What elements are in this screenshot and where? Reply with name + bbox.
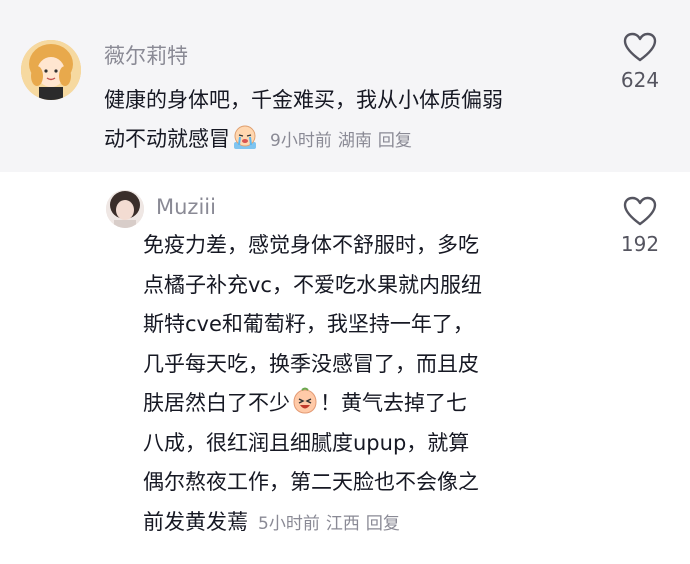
comment-reply-button[interactable]: 回复: [378, 131, 412, 151]
reply-reply-button[interactable]: 回复: [366, 514, 400, 534]
reply-text-line: 几乎每天吃，换季没感冒了，而且皮: [143, 352, 479, 376]
reply-like-count: 192: [620, 232, 660, 256]
comment-text-line-last: 动不动就感冒 9小时前 湖南 回复: [104, 121, 412, 160]
heart-icon: [623, 196, 657, 226]
reply-meta: 5小时前 江西 回复: [258, 514, 400, 534]
reply-text-line-last: 前发黄发蔫 5小时前 江西 回复: [143, 504, 400, 543]
reply-text-line: 偶尔熬夜工作，第二天脸也不会像之: [143, 470, 479, 494]
comment-meta: 9小时前 湖南 回复: [270, 131, 412, 151]
comment-text-line: 动不动就感冒: [104, 127, 230, 151]
reply-text-line: 点橘子补充vc，不爱吃水果就内服纽: [143, 273, 482, 297]
comment-text-line: 健康的身体吧，千金难买，我从小体质偏弱: [104, 88, 503, 112]
comment-location: 湖南: [337, 131, 372, 151]
avatar[interactable]: [21, 40, 81, 100]
reply-location: 江西: [325, 514, 360, 534]
laughing-face-emoji-icon: [291, 387, 319, 415]
comment-card: 薇尔莉特 健康的身体吧，千金难买，我从小体质偏弱 动不动就感冒 9小时前 湖南 回复…: [0, 0, 690, 172]
reply-text-line: 斯特cve和葡萄籽，我坚持一年了，: [143, 312, 474, 336]
reply-text-line: 前发黄发蔫: [143, 510, 248, 534]
reply-avatar[interactable]: [106, 190, 144, 228]
comment-username[interactable]: 薇尔莉特: [104, 42, 188, 70]
reply-text-segment: ！黄气去掉了七: [320, 391, 467, 415]
comment-time: 9小时前: [270, 131, 332, 151]
reply-time: 5小时前: [258, 514, 320, 534]
heart-icon: [623, 32, 657, 62]
reply-like-button[interactable]: 192: [616, 196, 664, 256]
reply-text-line-with-emoji: 肤居然白了不少 ！黄气去掉了七: [143, 385, 467, 422]
comment-like-count: 624: [620, 68, 660, 92]
reply-username[interactable]: Muziii: [156, 193, 216, 221]
crying-face-emoji-icon: [231, 123, 259, 151]
reply-text-line: 八成，很红润且细腻度upup，就算: [143, 431, 470, 455]
comment-like-button[interactable]: 624: [616, 32, 664, 92]
reply-text-segment: 肤居然白了不少: [143, 391, 290, 415]
reply-text-line: 免疫力差，感觉身体不舒服时，多吃: [143, 233, 479, 257]
